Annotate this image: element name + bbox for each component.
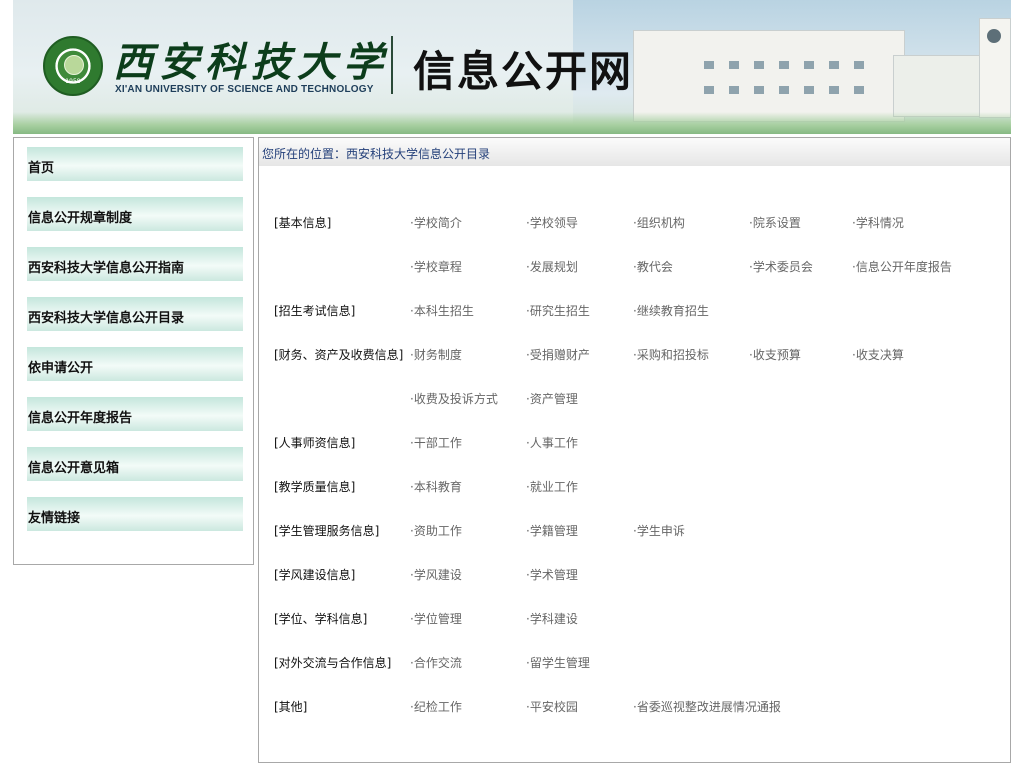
catalog-link[interactable]: ·学生申诉 [633,522,685,539]
catalog-link[interactable]: ·学术管理 [526,566,578,583]
catalog-link[interactable]: ·受捐赠财产 [526,346,590,363]
breadcrumb-prefix: 您所在的位置： [262,147,347,161]
catalog-category-label: [对外交流与合作信息] [274,656,392,670]
sidebar-item-feedback-box[interactable]: 信息公开意见箱 [27,447,243,481]
catalog-link[interactable]: ·发展规划 [526,258,578,275]
site-title: 信息公开网 [413,47,634,96]
catalog-link[interactable]: ·继续教育招生 [633,302,709,319]
catalog-link[interactable]: ·干部工作 [410,434,462,451]
catalog-link[interactable]: ·留学生管理 [526,654,590,671]
sidebar-item-on-request[interactable]: 依申请公开 [27,347,243,381]
catalog-link[interactable]: ·资产管理 [526,390,578,407]
sidebar-item-annual-report[interactable]: 信息公开年度报告 [27,397,243,431]
catalog-category-label: [其他] [274,700,308,714]
header-banner: 1958 西安科技大学 XI'AN UNIVERSITY OF SCIENCE … [13,0,1011,134]
catalog-link[interactable]: ·研究生招生 [526,302,590,319]
catalog-category-label: [学生管理服务信息] [274,524,380,538]
catalog-category-label: [学风建设信息] [274,568,356,582]
catalog-category-label: [招生考试信息] [274,304,356,318]
catalog-link[interactable]: ·收支预算 [749,346,801,363]
catalog-category-label: [学位、学科信息] [274,612,368,626]
sidebar-item-home[interactable]: 首页 [27,147,243,181]
catalog-link[interactable]: ·学术委员会 [749,258,813,275]
catalog-link[interactable]: ·资助工作 [410,522,462,539]
catalog-link[interactable]: ·财务制度 [410,346,462,363]
campus-wing-image [893,55,985,117]
catalog-link[interactable]: ·教代会 [633,258,673,275]
banner-grass [13,112,1011,134]
catalog-link[interactable]: ·组织机构 [633,214,685,231]
breadcrumb: 您所在的位置：西安科技大学信息公开目录 [259,138,1010,166]
header-divider [391,36,393,94]
catalog-link[interactable]: ·学位管理 [410,610,462,627]
catalog-category-label: [人事师资信息] [274,436,356,450]
catalog-link[interactable]: ·学科情况 [852,214,904,231]
catalog-link[interactable]: ·采购和招投标 [633,346,709,363]
sidebar-item-links[interactable]: 友情链接 [27,497,243,531]
catalog-category-label: [基本信息] [274,216,332,230]
catalog-link[interactable]: ·省委巡视整改进展情况通报 [633,698,781,715]
catalog-link[interactable]: ·学风建设 [410,566,462,583]
catalog-link[interactable]: ·学校领导 [526,214,578,231]
catalog-link[interactable]: ·院系设置 [749,214,801,231]
sidebar-item-guide[interactable]: 西安科技大学信息公开指南 [27,247,243,281]
catalog-link[interactable]: ·学校简介 [410,214,462,231]
catalog-link[interactable]: ·信息公开年度报告 [852,258,952,275]
main-content: 您所在的位置：西安科技大学信息公开目录 [基本信息] ·学校简介 ·学校领导 ·组织机… [258,137,1011,763]
campus-building-image [633,30,905,122]
catalog-link[interactable]: ·学校章程 [410,258,462,275]
catalog-link[interactable]: ·学籍管理 [526,522,578,539]
catalog-link[interactable]: ·人事工作 [526,434,578,451]
university-name-cn: 西安科技大学 [113,39,389,86]
sidebar-nav: 首页 信息公开规章制度 西安科技大学信息公开指南 西安科技大学信息公开目录 依申… [13,137,254,565]
clock-tower-image [979,18,1011,118]
catalog-link[interactable]: ·合作交流 [410,654,462,671]
catalog-link[interactable]: ·本科教育 [410,478,462,495]
catalog-link[interactable]: ·平安校园 [526,698,578,715]
catalog-link[interactable]: ·本科生招生 [410,302,474,319]
sidebar-item-catalog[interactable]: 西安科技大学信息公开目录 [27,297,243,331]
catalog-link[interactable]: ·就业工作 [526,478,578,495]
catalog-link[interactable]: ·收费及投诉方式 [410,390,498,407]
catalog-link[interactable]: ·学科建设 [526,610,578,627]
university-emblem-icon: 1958 [43,36,103,96]
sidebar-item-regulations[interactable]: 信息公开规章制度 [27,197,243,231]
catalog-category-label: [财务、资产及收费信息] [274,348,404,362]
catalog-link[interactable]: ·纪检工作 [410,698,462,715]
breadcrumb-current[interactable]: 西安科技大学信息公开目录 [346,147,490,161]
catalog-link[interactable]: ·收支决算 [852,346,904,363]
university-name-en: XI'AN UNIVERSITY OF SCIENCE AND TECHNOLO… [115,84,374,95]
catalog-category-label: [教学质量信息] [274,480,356,494]
